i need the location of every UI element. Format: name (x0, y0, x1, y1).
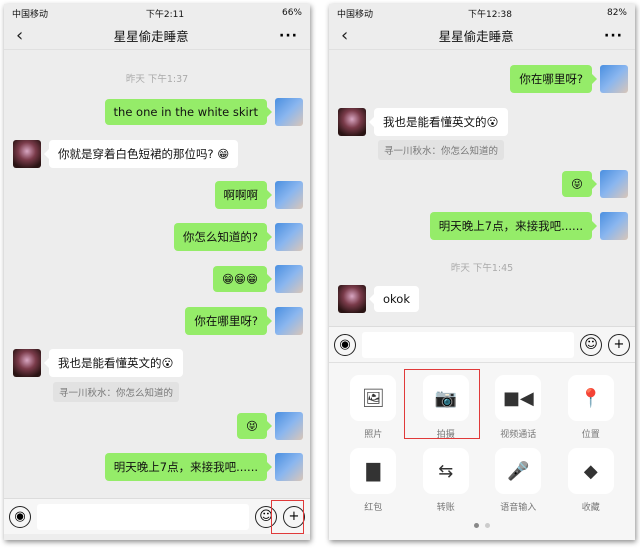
highlight-box (271, 500, 304, 534)
image-icon: 🖼 (350, 375, 397, 421)
message-received: okok (338, 285, 419, 313)
bubble[interactable]: 啊啊啊 (214, 181, 272, 209)
page-dot[interactable] (474, 523, 479, 528)
chat-screen-right: 中国移动 下午12:38 82% ‹ 星星偷走睡意 ··· 你在哪里呀? 我也是… (329, 4, 635, 540)
favorites-cube-icon: ◆ (567, 448, 614, 494)
bubble[interactable]: 你在哪里呀? (510, 65, 597, 93)
avatar[interactable] (13, 349, 41, 377)
timestamp: 昨天 下午1:37 (125, 74, 189, 85)
chat-title: 星星偷走睡意 (113, 29, 189, 44)
message-sent: 😝 (562, 170, 628, 198)
message-sent: the one in the white skirt (104, 98, 303, 126)
location-icon: 📍 (567, 375, 614, 421)
avatar[interactable] (13, 140, 41, 168)
bubble[interactable]: 你在哪里呀? (185, 307, 272, 335)
red-packet-icon: ▇ (350, 448, 397, 494)
video-icon: ■◀ (495, 375, 542, 421)
timestamp: 昨天 下午1:45 (450, 263, 514, 274)
message-sent: 你怎么知道的? (173, 223, 303, 251)
avatar[interactable] (275, 265, 303, 293)
back-icon[interactable]: ‹ (341, 25, 348, 46)
bubble[interactable]: okok (369, 286, 419, 312)
status-bar: 中国移动 下午12:38 82% (329, 4, 635, 22)
carrier: 中国移动 (12, 9, 49, 20)
message-sent: 😝 (237, 412, 303, 440)
page-indicator[interactable] (329, 523, 635, 528)
more-panel: 🖼 照片 📷 拍摄 ■◀ 视频通话 📍 位置 ▇ 红包 ⇆ 转账 🎤 语音输入 ◆ 收藏 (329, 362, 635, 540)
voice-icon[interactable]: ◉ (334, 333, 356, 356)
clock: 下午2:11 (145, 9, 185, 20)
bubble[interactable]: 你就是穿着白色短裙的那位吗? 😁 (43, 140, 239, 168)
avatar[interactable] (338, 108, 366, 136)
bubble[interactable]: 😝 (562, 171, 597, 197)
plus-icon[interactable]: + (608, 333, 630, 356)
input-bar: ◉ ☺ + (4, 498, 310, 534)
avatar[interactable] (275, 453, 303, 481)
chat-title: 星星偷走睡意 (438, 29, 514, 44)
tool-video-call[interactable]: ■◀ 视频通话 (482, 375, 555, 440)
page-dot[interactable] (485, 523, 490, 528)
bubble[interactable]: 😁😁😁 (213, 266, 272, 292)
message-sent: 😁😁😁 (213, 265, 303, 293)
message-received: 我也是能看懂英文的😮 (13, 349, 183, 377)
avatar[interactable] (275, 412, 303, 440)
transfer-icon: ⇆ (422, 448, 469, 494)
chat-screen-left: 中国移动 下午2:11 66% ‹ 星星偷走睡意 ··· 昨天 下午1:37 t… (4, 4, 310, 540)
bubble[interactable]: the one in the white skirt (104, 99, 273, 125)
message-received: 我也是能看懂英文的😮 (338, 108, 508, 136)
carrier: 中国移动 (337, 9, 374, 20)
back-icon[interactable]: ‹ (16, 25, 23, 46)
avatar[interactable] (275, 223, 303, 251)
message-received: 你就是穿着白色短裙的那位吗? 😁 (13, 140, 239, 168)
bubble[interactable]: 我也是能看懂英文的😮 (44, 349, 183, 377)
avatar[interactable] (600, 170, 628, 198)
avatar[interactable] (275, 181, 303, 209)
bubble[interactable]: 😝 (237, 413, 272, 439)
avatar[interactable] (338, 285, 366, 313)
message-sent: 明天晚上7点，来接我吧...... (104, 453, 303, 481)
avatar[interactable] (275, 98, 303, 126)
bubble[interactable]: 我也是能看懂英文的😮 (369, 108, 508, 136)
message-input[interactable] (37, 503, 249, 530)
input-bar: ◉ ☺ + (329, 326, 635, 362)
message-input[interactable] (362, 331, 574, 358)
more-icon[interactable]: ··· (604, 28, 623, 44)
quote-reply[interactable]: 寻一川秋水：你怎么知道的 (53, 382, 180, 402)
tool-transfer[interactable]: ⇆ 转账 (410, 448, 483, 513)
emoji-icon[interactable]: ☺ (580, 333, 602, 356)
avatar[interactable] (600, 212, 628, 240)
microphone-icon: 🎤 (495, 448, 542, 494)
nav-bar: ‹ 星星偷走睡意 ··· (4, 22, 310, 50)
message-sent: 明天晚上7点，来接我吧...... (429, 212, 628, 240)
avatar[interactable] (600, 65, 628, 93)
nav-bar: ‹ 星星偷走睡意 ··· (329, 22, 635, 50)
bubble[interactable]: 明天晚上7点，来接我吧...... (104, 453, 273, 481)
bubble[interactable]: 你怎么知道的? (173, 223, 273, 251)
quote-reply[interactable]: 寻一川秋水：你怎么知道的 (378, 140, 505, 160)
tool-photo[interactable]: 🖼 照片 (337, 375, 410, 440)
more-icon[interactable]: ··· (279, 28, 298, 44)
tool-favorites[interactable]: ◆ 收藏 (555, 448, 628, 513)
message-sent: 啊啊啊 (214, 181, 303, 209)
tool-voice-input[interactable]: 🎤 语音输入 (482, 448, 555, 513)
battery: 82% (606, 8, 627, 18)
tool-red-packet[interactable]: ▇ 红包 (337, 448, 410, 513)
clock: 下午12:38 (468, 9, 512, 20)
status-bar: 中国移动 下午2:11 66% (4, 4, 310, 22)
highlight-box (404, 369, 480, 439)
bubble[interactable]: 明天晚上7点，来接我吧...... (429, 212, 598, 240)
message-sent: 你在哪里呀? (510, 65, 628, 93)
voice-icon[interactable]: ◉ (9, 505, 31, 528)
battery: 66% (281, 8, 302, 18)
avatar[interactable] (275, 307, 303, 335)
message-sent: 你在哪里呀? (185, 307, 303, 335)
tool-location[interactable]: 📍 位置 (555, 375, 628, 440)
